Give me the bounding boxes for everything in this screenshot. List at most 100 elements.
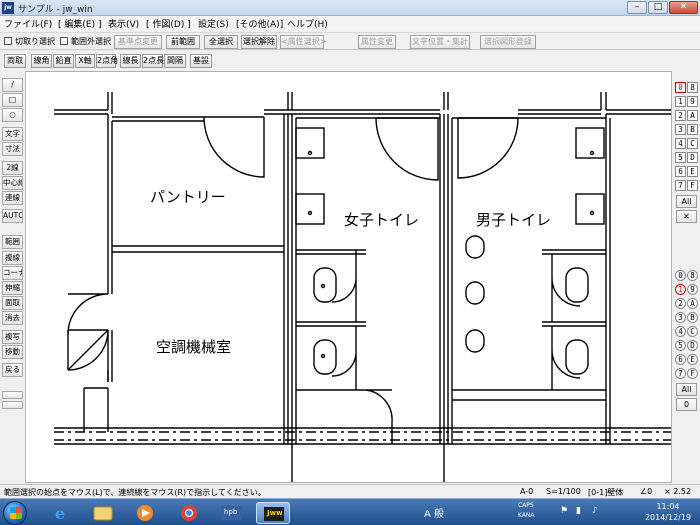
layer-group-button[interactable]: 3 xyxy=(675,312,686,323)
layer-group-button[interactable]: 0 xyxy=(675,270,686,281)
menu-help[interactable]: ヘルプ(H) xyxy=(287,17,328,30)
layer-button[interactable]: 2 xyxy=(675,110,686,121)
menu-other[interactable]: [その他(A)] xyxy=(236,17,283,30)
layer-group-button[interactable]: C xyxy=(687,326,698,337)
previous-range-button[interactable]: 前範囲 xyxy=(166,35,200,49)
text-tool-button[interactable]: 文字 xyxy=(2,127,23,141)
line-color-swatch[interactable] xyxy=(2,401,23,409)
status-layer[interactable]: A-0 xyxy=(520,487,533,496)
drawing-canvas[interactable]: パントリー 女子トイレ 男子トイレ 空調機械室 xyxy=(25,71,672,483)
deselect-button[interactable]: 選択解除 xyxy=(241,35,277,49)
layer-group-all-button[interactable]: All xyxy=(676,383,697,396)
minimize-button[interactable]: – xyxy=(627,1,647,14)
chrome-icon[interactable] xyxy=(172,502,206,524)
status-angle[interactable]: ∠0 xyxy=(640,487,652,496)
tool-both-button[interactable]: 両取 xyxy=(4,54,26,68)
layer-button[interactable]: A xyxy=(687,110,698,121)
change-base-point-button[interactable]: 基準点変更 xyxy=(114,35,162,49)
menu-settings[interactable]: 設定(S) xyxy=(198,17,229,30)
move-tool-button[interactable]: 移動 xyxy=(2,345,23,359)
layer-cross-button[interactable]: ✕ xyxy=(676,210,697,223)
explorer-icon[interactable] xyxy=(86,502,120,524)
tool-line-angle-button[interactable]: 線角 xyxy=(31,54,52,68)
tool-vertical-button[interactable]: 鉛直 xyxy=(53,54,74,68)
layer-button[interactable]: C xyxy=(687,138,698,149)
layer-button[interactable]: 7 xyxy=(675,180,686,191)
media-player-icon[interactable] xyxy=(128,502,162,524)
range-tool-button[interactable]: 範囲 xyxy=(2,235,23,249)
status-zoom[interactable]: × 2.52 xyxy=(664,487,691,496)
corner-tool-button[interactable]: コーナー xyxy=(2,266,23,280)
ie-icon[interactable]: e xyxy=(44,502,78,524)
network-icon[interactable]: ▮ xyxy=(576,506,581,516)
tool-2pt-length-button[interactable]: 2点長 xyxy=(142,54,164,68)
layer-group-button[interactable]: E xyxy=(687,354,698,365)
clock[interactable]: 11:04 2014/12/19 xyxy=(638,501,698,523)
tool-interval-button[interactable]: 間隔 xyxy=(164,54,186,68)
layer-group-button[interactable]: 2 xyxy=(675,298,686,309)
copy-tool-button[interactable]: 複写 xyxy=(2,330,23,344)
undo-tool-button[interactable]: 戻る xyxy=(2,363,23,377)
layer-button[interactable]: 5 xyxy=(675,152,686,163)
rectangle-tool-button[interactable]: □ xyxy=(2,93,23,107)
line-style-swatch[interactable] xyxy=(2,391,23,399)
double-line-tool-button[interactable]: 2線 xyxy=(2,161,23,175)
hpb-icon[interactable]: hpb xyxy=(214,502,248,524)
jww-icon[interactable]: Jww xyxy=(256,502,290,524)
attribute-select-button[interactable]: <属性選択> xyxy=(280,35,326,49)
erase-tool-button[interactable]: 消去 xyxy=(2,311,23,325)
layer-button[interactable]: 4 xyxy=(675,138,686,149)
select-all-button[interactable]: 全選択 xyxy=(204,35,238,49)
layer-button[interactable]: B xyxy=(687,124,698,135)
layer-group-button[interactable]: 4 xyxy=(675,326,686,337)
ime-indicator[interactable]: A 般 xyxy=(424,505,444,520)
connect-line-tool-button[interactable]: 連線 xyxy=(2,191,23,205)
text-position-summary-button[interactable]: 文字位置・集計 xyxy=(410,35,470,49)
layer-group-zero-button[interactable]: 0 xyxy=(676,398,697,411)
dimension-tool-button[interactable]: 寸法 xyxy=(2,142,23,156)
tool-x-axis-button[interactable]: X軸 xyxy=(75,54,95,68)
chamfer-tool-button[interactable]: 面取 xyxy=(2,296,23,310)
attribute-change-button[interactable]: 属性変更 xyxy=(358,35,396,49)
layer-button[interactable]: 9 xyxy=(687,96,698,107)
layer-all-button[interactable]: All xyxy=(676,195,697,208)
status-scale[interactable]: S=1/100 xyxy=(546,487,581,496)
layer-button[interactable]: 0 xyxy=(675,82,686,93)
line-tool-button[interactable]: / xyxy=(2,78,23,92)
tool-2pt-angle-button[interactable]: 2点角 xyxy=(96,54,118,68)
layer-group-button[interactable]: B xyxy=(687,312,698,323)
layer-group-button[interactable]: 8 xyxy=(687,270,698,281)
layer-group-button[interactable]: 6 xyxy=(675,354,686,365)
status-layer-group[interactable]: [0-1]壁体 xyxy=(588,487,623,498)
layer-group-button[interactable]: 5 xyxy=(675,340,686,351)
tool-base-set-button[interactable]: 基設 xyxy=(190,54,212,68)
menu-view[interactable]: 表示(V) xyxy=(108,17,139,30)
outside-select-checkbox[interactable] xyxy=(60,37,68,45)
close-button[interactable]: ✕ xyxy=(669,1,698,14)
layer-group-button[interactable]: A xyxy=(687,298,698,309)
layer-button[interactable]: E xyxy=(687,166,698,177)
layer-button[interactable]: 6 xyxy=(675,166,686,177)
layer-button[interactable]: D xyxy=(687,152,698,163)
flag-icon[interactable]: ⚑ xyxy=(560,506,568,516)
start-button[interactable] xyxy=(3,501,27,525)
menu-edit[interactable]: [ 編集(E) ] xyxy=(58,17,101,30)
layer-group-button[interactable]: 1 xyxy=(675,284,686,295)
offset-tool-button[interactable]: 複線 xyxy=(2,251,23,265)
register-shape-button[interactable]: 選択図形登録 xyxy=(480,35,536,49)
layer-button[interactable]: 1 xyxy=(675,96,686,107)
layer-button[interactable]: 8 xyxy=(687,82,698,93)
menu-file[interactable]: ファイル(F) xyxy=(4,17,52,30)
layer-button[interactable]: F xyxy=(687,180,698,191)
layer-group-button[interactable]: 7 xyxy=(675,368,686,379)
cut-select-checkbox[interactable] xyxy=(4,37,12,45)
circle-tool-button[interactable]: ○ xyxy=(2,108,23,122)
layer-button[interactable]: 3 xyxy=(675,124,686,135)
layer-group-button[interactable]: 9 xyxy=(687,284,698,295)
menu-draw[interactable]: [ 作図(D) ] xyxy=(146,17,191,30)
extend-tool-button[interactable]: 伸縮 xyxy=(2,281,23,295)
tool-line-length-button[interactable]: 線長 xyxy=(120,54,141,68)
centerline-tool-button[interactable]: 中心線 xyxy=(2,176,23,190)
volume-icon[interactable]: ♪ xyxy=(592,506,598,516)
maximize-button[interactable]: □ xyxy=(648,1,668,14)
